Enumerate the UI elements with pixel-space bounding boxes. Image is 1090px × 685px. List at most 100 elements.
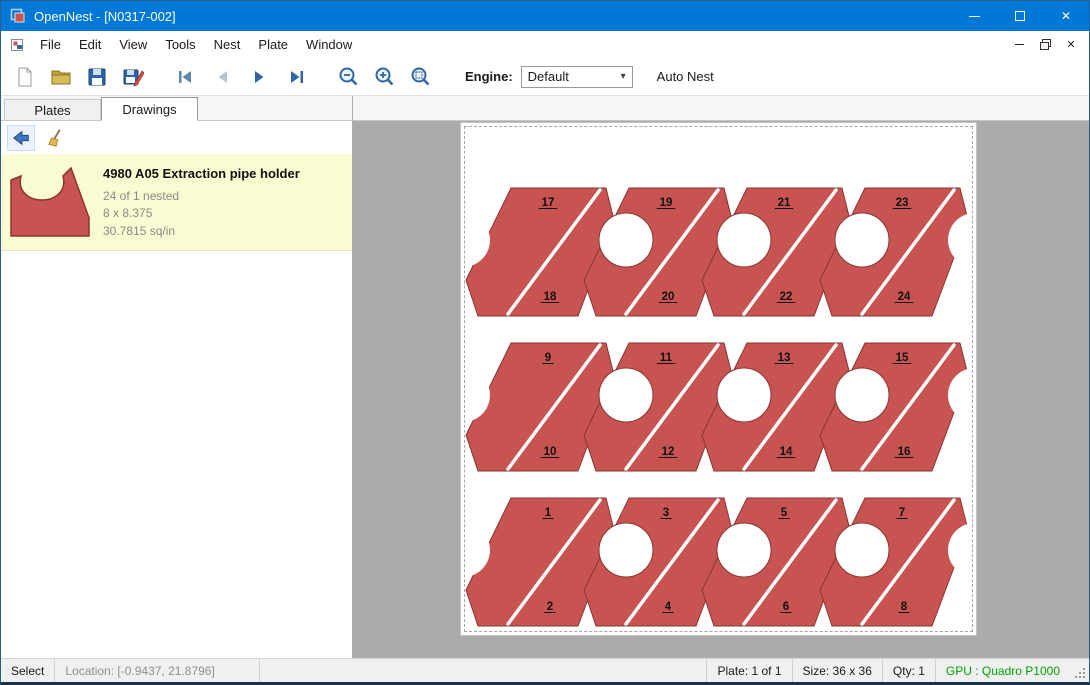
resize-grip[interactable] (1070, 659, 1089, 682)
zoom-fit-button[interactable] (403, 62, 439, 92)
pipe-hole (599, 213, 653, 267)
mdi-restore-button[interactable] (1033, 35, 1057, 55)
part-number-label: 15 (896, 352, 909, 364)
pipe-hole (599, 523, 653, 577)
part-number-label: 2 (547, 601, 553, 613)
app-icon (10, 8, 26, 24)
drawing-area: 30.7815 sq/in (103, 223, 300, 240)
window-title: OpenNest - [N0317-002] (34, 9, 176, 24)
drawing-dimensions: 8 x 8.375 (103, 205, 300, 222)
zoom-in-button[interactable] (367, 62, 403, 92)
engine-value: Default (528, 69, 569, 84)
drawing-list-item[interactable]: 4980 A05 Extraction pipe holder 24 of 1 … (1, 154, 352, 251)
pipe-hole (835, 368, 889, 422)
document-icon (9, 37, 25, 53)
status-bar: Select Location: [-0.9437, 21.8796] Plat… (1, 658, 1089, 682)
status-location: Location: [-0.9437, 21.8796] (55, 659, 260, 682)
save-icon (86, 66, 108, 88)
chevron-down-icon: ▾ (621, 71, 626, 82)
status-qty: Qty: 1 (882, 659, 935, 682)
new-button[interactable] (7, 62, 43, 92)
menu-item-file[interactable]: File (31, 33, 70, 56)
blue-arrow-icon (11, 128, 31, 148)
previous-plate-button[interactable] (205, 62, 241, 92)
save-button[interactable] (79, 62, 115, 92)
status-gpu: GPU : Quadro P1000 (935, 659, 1070, 682)
pipe-hole (599, 368, 653, 422)
drawing-title: 4980 A05 Extraction pipe holder (103, 166, 300, 181)
minimize-button[interactable] (951, 1, 997, 31)
part-number-label: 8 (901, 601, 908, 613)
part-number-label: 18 (544, 291, 557, 303)
tab-plates[interactable]: Plates (4, 99, 101, 120)
part-number-label: 5 (781, 507, 788, 519)
plate[interactable]: 171819202122232491011121314151612345678 (460, 122, 977, 636)
menu-item-edit[interactable]: Edit (70, 33, 110, 56)
last-arrow-icon (284, 69, 306, 85)
open-button[interactable] (43, 62, 79, 92)
new-file-icon (14, 66, 36, 88)
open-folder-icon (50, 66, 72, 88)
next-plate-button[interactable] (241, 62, 277, 92)
part-number-label: 7 (899, 507, 905, 519)
drawings-list-empty-area (1, 251, 352, 658)
nest-canvas[interactable]: 171819202122232491011121314151612345678 (353, 121, 1089, 658)
status-size: Size: 36 x 36 (792, 659, 882, 682)
next-arrow-icon (248, 69, 270, 85)
part-number-label: 24 (898, 291, 911, 303)
save-edit-button[interactable] (115, 62, 151, 92)
part-number-label: 20 (662, 291, 675, 303)
app-window: OpenNest - [N0317-002] ✕ FileEditViewToo… (0, 0, 1090, 685)
part-number-label: 23 (896, 197, 909, 209)
status-plate: Plate: 1 of 1 (706, 659, 791, 682)
drawing-item-info: 4980 A05 Extraction pipe holder 24 of 1 … (103, 162, 300, 242)
save-edit-icon (122, 66, 144, 88)
part-number-label: 1 (545, 507, 552, 519)
menu-bar: FileEditViewToolsNestPlateWindow ✕ (1, 31, 1089, 58)
resize-grip-icon (1074, 667, 1087, 680)
flip-part-button[interactable] (7, 125, 35, 151)
close-button[interactable]: ✕ (1043, 1, 1089, 31)
tab-drawings[interactable]: Drawings (101, 97, 198, 121)
menu-item-window[interactable]: Window (297, 33, 361, 56)
menu-item-nest[interactable]: Nest (205, 33, 250, 56)
menu-item-plate[interactable]: Plate (249, 33, 297, 56)
drawings-toolbar (1, 121, 352, 154)
auto-nest-button[interactable]: Auto Nest (651, 65, 720, 88)
part-number-label: 22 (780, 291, 793, 303)
broom-icon (47, 128, 67, 148)
part-number-label: 3 (663, 507, 669, 519)
mdi-minimize-icon (1015, 44, 1024, 45)
main-toolbar: Engine: Default ▾ Auto Nest (1, 58, 1089, 96)
maximize-button[interactable] (997, 1, 1043, 31)
nest-drawing: 171819202122232491011121314151612345678 (461, 123, 976, 635)
menu-item-view[interactable]: View (110, 33, 156, 56)
status-mode: Select (1, 659, 55, 682)
tab-strip: Plates Drawings (1, 96, 352, 121)
canvas-top-strip (353, 96, 1089, 121)
first-plate-button[interactable] (169, 62, 205, 92)
engine-label: Engine: (465, 69, 513, 84)
part-number-label: 10 (544, 446, 557, 458)
last-plate-button[interactable] (277, 62, 313, 92)
part-number-label: 9 (545, 352, 551, 364)
mdi-minimize-button[interactable] (1007, 35, 1031, 55)
left-panel: Plates Drawings (1, 96, 353, 658)
mdi-controls: ✕ (1007, 35, 1089, 55)
pipe-hole (717, 213, 771, 267)
zoom-out-button[interactable] (331, 62, 367, 92)
menu-item-tools[interactable]: Tools (156, 33, 204, 56)
part-number-label: 17 (542, 197, 555, 209)
minimize-icon (969, 16, 980, 17)
engine-select[interactable]: Default ▾ (521, 66, 633, 88)
part-number-label: 16 (898, 446, 911, 458)
part-number-label: 19 (660, 197, 673, 209)
mdi-close-button[interactable]: ✕ (1059, 35, 1083, 55)
part-number-label: 4 (665, 601, 672, 613)
first-arrow-icon (176, 69, 198, 85)
previous-arrow-icon (212, 69, 234, 85)
drawing-nested-count: 24 of 1 nested (103, 188, 300, 205)
zoom-in-icon (374, 66, 396, 88)
part-number-label: 14 (780, 446, 793, 458)
clear-nest-button[interactable] (43, 125, 71, 151)
